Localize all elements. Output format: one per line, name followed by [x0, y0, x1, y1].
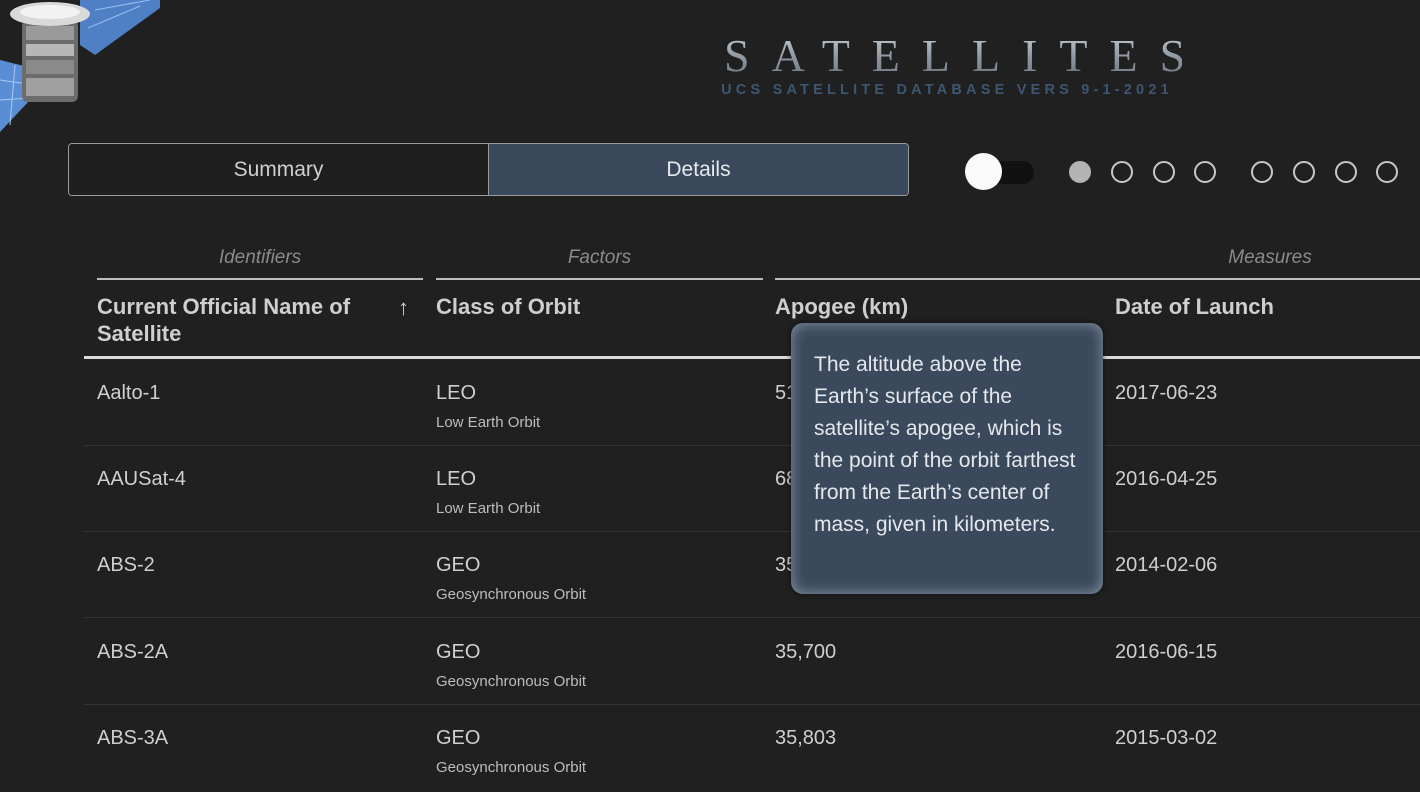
column-header-orbit-class[interactable]: Class of Orbit [436, 293, 580, 320]
column-header-apogee[interactable]: Apogee (km) [775, 293, 908, 320]
cell-name: ABS-2A [97, 641, 169, 663]
apogee-tooltip: The altitude above the Earth’s surface o… [791, 323, 1103, 594]
cell-orbit: GEO Geosynchronous Orbit [436, 727, 586, 776]
table-row[interactable]: Aalto-1 LEO Low Earth Orbit 51 2017-06-23 [84, 360, 1420, 446]
cell-name: ABS-3A [97, 727, 169, 749]
sort-ascending-icon[interactable]: ↑ [398, 295, 409, 321]
view-toggle-switch[interactable] [965, 153, 1035, 190]
cell-launch-date: 2016-04-25 [1115, 468, 1218, 490]
table-row[interactable]: ABS-2 GEO Geosynchronous Orbit 35 2014-02… [84, 532, 1420, 618]
cell-launch-date: 2017-06-23 [1115, 382, 1218, 404]
orbit-class: GEO [436, 554, 481, 576]
page-dot-6[interactable] [1293, 161, 1315, 183]
cell-orbit: GEO Geosynchronous Orbit [436, 641, 586, 690]
orbit-full-name: Geosynchronous Orbit [436, 673, 587, 690]
view-tabs: Summary Details [68, 143, 909, 196]
group-measures: Measures [1228, 247, 1312, 268]
toggle-knob[interactable] [965, 153, 1002, 190]
cell-orbit: GEO Geosynchronous Orbit [436, 554, 586, 603]
page-dot-3[interactable] [1153, 161, 1175, 183]
table-row[interactable]: ABS-2A GEO Geosynchronous Orbit 35,700 20… [84, 619, 1420, 705]
orbit-full-name: Geosynchronous Orbit [436, 759, 587, 776]
cell-name: AAUSat-4 [97, 468, 186, 490]
page-dot-2[interactable] [1111, 161, 1133, 183]
orbit-class: LEO [436, 382, 477, 404]
page-dot-7[interactable] [1335, 161, 1357, 183]
page-dot-1[interactable] [1069, 161, 1091, 183]
group-divider [436, 278, 763, 280]
group-factors: Factors [567, 247, 632, 268]
tab-details[interactable]: Details [489, 144, 908, 195]
group-divider [775, 278, 1420, 280]
page-dot-4[interactable] [1194, 161, 1216, 183]
column-header-name[interactable]: Current Official Name of Satellite [97, 293, 377, 347]
page-title: SATELLITES [712, 30, 1185, 82]
cell-launch-date: 2015-03-02 [1115, 727, 1218, 749]
orbit-full-name: Low Earth Orbit [436, 500, 541, 517]
cell-name: Aalto-1 [97, 382, 161, 404]
page-dot-8[interactable] [1376, 161, 1398, 183]
page-dot-5[interactable] [1251, 161, 1273, 183]
orbit-class: LEO [436, 468, 477, 490]
cell-apogee: 35,803 [775, 727, 837, 749]
table-row[interactable]: ABS-3A GEO Geosynchronous Orbit 35,803 20… [84, 705, 1420, 791]
cell-orbit: LEO Low Earth Orbit [436, 468, 540, 517]
header-divider [84, 356, 1420, 359]
group-divider [97, 278, 423, 280]
column-header-launch-date[interactable]: Date of Launch [1115, 293, 1274, 320]
cell-name: ABS-2 [97, 554, 155, 576]
cell-apogee: 35,700 [775, 641, 837, 663]
table-row[interactable]: AAUSat-4 LEO Low Earth Orbit 68 2016-04-2… [84, 446, 1420, 532]
orbit-full-name: Low Earth Orbit [436, 414, 541, 431]
cell-launch-date: 2016-06-15 [1115, 641, 1218, 663]
orbit-full-name: Geosynchronous Orbit [436, 586, 587, 603]
page-subtitle: UCS SATELLITE DATABASE VERS 9-1-2021 [721, 82, 1173, 98]
app-header: SATELLITES UCS SATELLITE DATABASE VERS 9… [712, 30, 1185, 98]
cell-orbit: LEO Low Earth Orbit [436, 382, 540, 431]
satellite-image [0, 0, 160, 132]
orbit-class: GEO [436, 727, 481, 749]
group-identifiers: Identifiers [218, 247, 302, 268]
cell-launch-date: 2014-02-06 [1115, 554, 1218, 576]
orbit-class: GEO [436, 641, 481, 663]
tab-summary[interactable]: Summary [69, 144, 489, 195]
